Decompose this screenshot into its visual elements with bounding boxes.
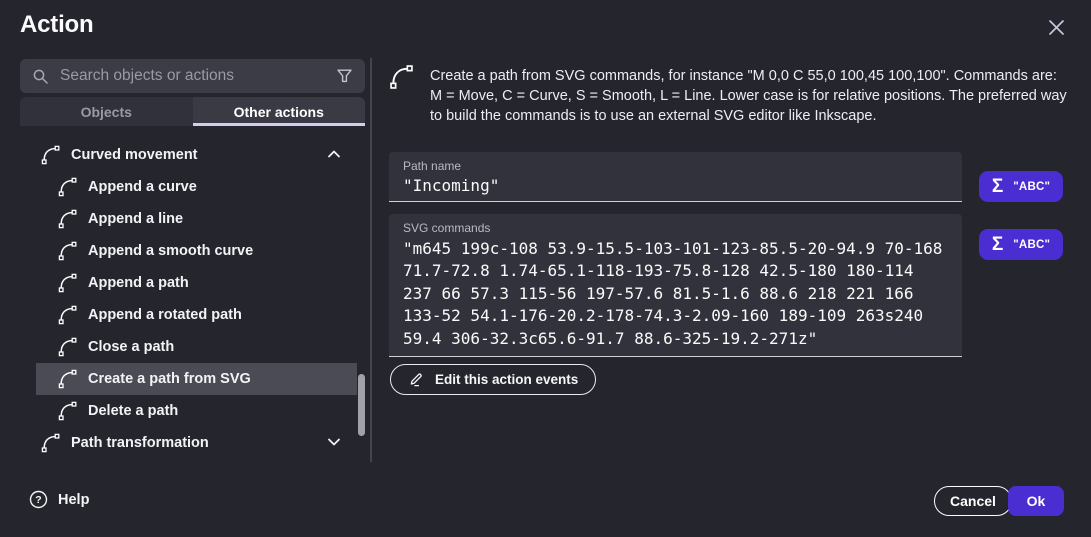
tab-other-actions[interactable]: Other actions [193,97,366,126]
list-item-append-rotated-path[interactable]: Append a rotated path [36,299,357,331]
expression-builder-button-path-name[interactable]: Σ "ABC" [979,171,1063,202]
list-item-append-line[interactable]: Append a line [36,203,357,235]
curve-icon [40,432,62,454]
curve-icon [57,304,79,326]
curve-icon [57,336,79,358]
action-description: Create a path from SVG commands, for ins… [430,66,1070,126]
list-item-curved-movement[interactable]: Curved movement [36,139,357,171]
help-icon: ? [29,490,48,509]
list-item-append-path[interactable]: Append a path [36,267,357,299]
panel-divider [370,58,372,462]
curve-icon [57,400,79,422]
help-label: Help [58,492,89,508]
curve-icon [388,63,416,91]
svg-commands-label: SVG commands [403,221,948,235]
curve-icon [40,144,62,166]
search-input[interactable] [60,67,336,85]
svg-commands-value[interactable]: "m645 199c-108 53.9-15.5-103-101-123-85.… [403,238,948,350]
list-item-append-smooth-curve[interactable]: Append a smooth curve [36,235,357,267]
list-item-append-curve[interactable]: Append a curve [36,171,357,203]
list-item-label: Curved movement [71,147,198,163]
curve-icon [57,176,79,198]
list-item-label: Create a path from SVG [88,371,251,387]
search-box [20,59,365,93]
tab-bar: Objects Other actions [20,97,365,126]
list-item-label: Append a rotated path [88,307,242,323]
expression-builder-button-svg-commands[interactable]: Σ "ABC" [979,229,1063,260]
svg-commands-field[interactable]: SVG commands "m645 199c-108 53.9-15.5-10… [389,214,962,357]
list-item-label: Path transformation [71,435,209,451]
list-item-label: Append a line [88,211,183,227]
filter-icon[interactable] [336,68,353,84]
page-title: Action [20,11,93,39]
pencil-icon [408,371,425,388]
tab-objects-label: Objects [81,104,132,120]
list-item-label: Append a curve [88,179,197,195]
expression-abc-label: "ABC" [1013,181,1050,193]
actions-list: Curved movement Append a curve Append a … [0,139,371,459]
list-item-create-path-from-svg[interactable]: Create a path from SVG [36,363,357,395]
expression-abc-label: "ABC" [1013,239,1050,251]
sigma-icon: Σ [992,235,1003,254]
close-button[interactable] [1043,14,1069,40]
list-item-close-path[interactable]: Close a path [36,331,357,363]
chevron-up-icon [327,149,341,159]
cancel-button[interactable]: Cancel [934,486,1012,516]
sigma-icon: Σ [992,177,1003,196]
path-name-label: Path name [403,159,948,173]
curve-icon [57,240,79,262]
list-item-label: Close a path [88,339,174,355]
list-item-label: Append a smooth curve [88,243,253,259]
edit-action-events-button[interactable]: Edit this action events [390,364,596,395]
list-item-delete-path[interactable]: Delete a path [36,395,357,427]
curve-icon [57,272,79,294]
ok-button[interactable]: Ok [1008,486,1064,516]
help-link[interactable]: ? Help [29,490,89,509]
path-name-value[interactable]: "Incoming" [403,176,948,195]
list-item-path-transformation[interactable]: Path transformation [36,427,357,459]
search-icon [32,68,49,85]
path-name-field[interactable]: Path name "Incoming" [389,152,962,202]
list-scrollbar-thumb[interactable] [358,374,365,436]
curve-icon [57,368,79,390]
tab-objects[interactable]: Objects [20,97,193,126]
svg-text:?: ? [35,494,41,506]
tab-other-actions-label: Other actions [234,104,324,120]
curve-icon [57,208,79,230]
action-dialog: Action Objects Other actions Curved move… [0,0,1091,537]
list-item-label: Delete a path [88,403,178,419]
edit-action-events-label: Edit this action events [435,372,578,387]
chevron-down-icon [327,437,341,447]
close-icon [1047,18,1066,37]
list-item-label: Append a path [88,275,189,291]
